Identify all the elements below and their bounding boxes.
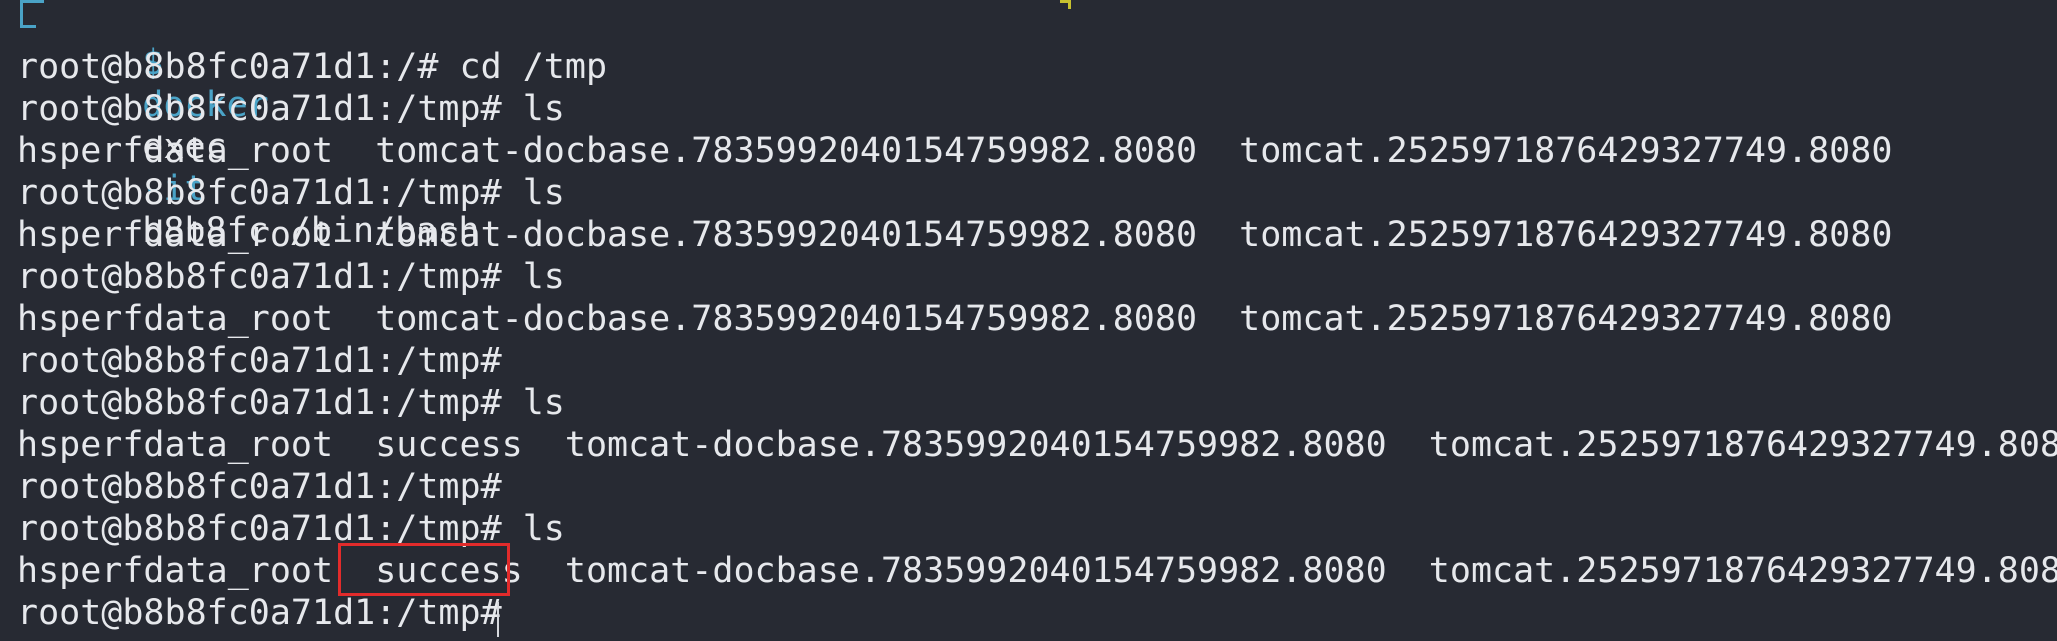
terminal-window[interactable]: $ docker exec -it b8b8fc /bin/bash root@…: [0, 0, 2057, 641]
terminal-line: root@b8b8fc0a71d1:/# cd /tmp: [17, 47, 608, 87]
terminal-line: root@b8b8fc0a71d1:/tmp#: [17, 467, 502, 507]
terminal-line: hsperfdata_root tomcat-docbase.783599204…: [17, 299, 1893, 339]
command-line: $ docker exec -it b8b8fc /bin/bash: [58, 0, 479, 251]
terminal-line: root@b8b8fc0a71d1:/tmp# ls: [17, 257, 565, 297]
prompt-tree-branch: [20, 0, 36, 28]
terminal-line: root@b8b8fc0a71d1:/tmp# ls: [17, 173, 565, 213]
terminal-line: root@b8b8fc0a71d1:/tmp#: [17, 341, 502, 381]
terminal-line: hsperfdata_root tomcat-docbase.783599204…: [17, 131, 1893, 171]
terminal-line: root@b8b8fc0a71d1:/tmp# ls: [17, 89, 565, 129]
prompt-tree-right: [1060, 0, 1071, 9]
terminal-line: hsperfdata_root tomcat-docbase.783599204…: [17, 215, 1893, 255]
terminal-line: hsperfdata_root success tomcat-docbase.7…: [17, 425, 2057, 465]
text-cursor: [497, 602, 499, 637]
terminal-line: root@b8b8fc0a71d1:/tmp#: [17, 593, 523, 633]
terminal-line: root@b8b8fc0a71d1:/tmp# ls: [17, 383, 565, 423]
success-highlight-box: [338, 543, 510, 596]
terminal-line: hsperfdata_root success tomcat-docbase.7…: [17, 551, 2057, 591]
